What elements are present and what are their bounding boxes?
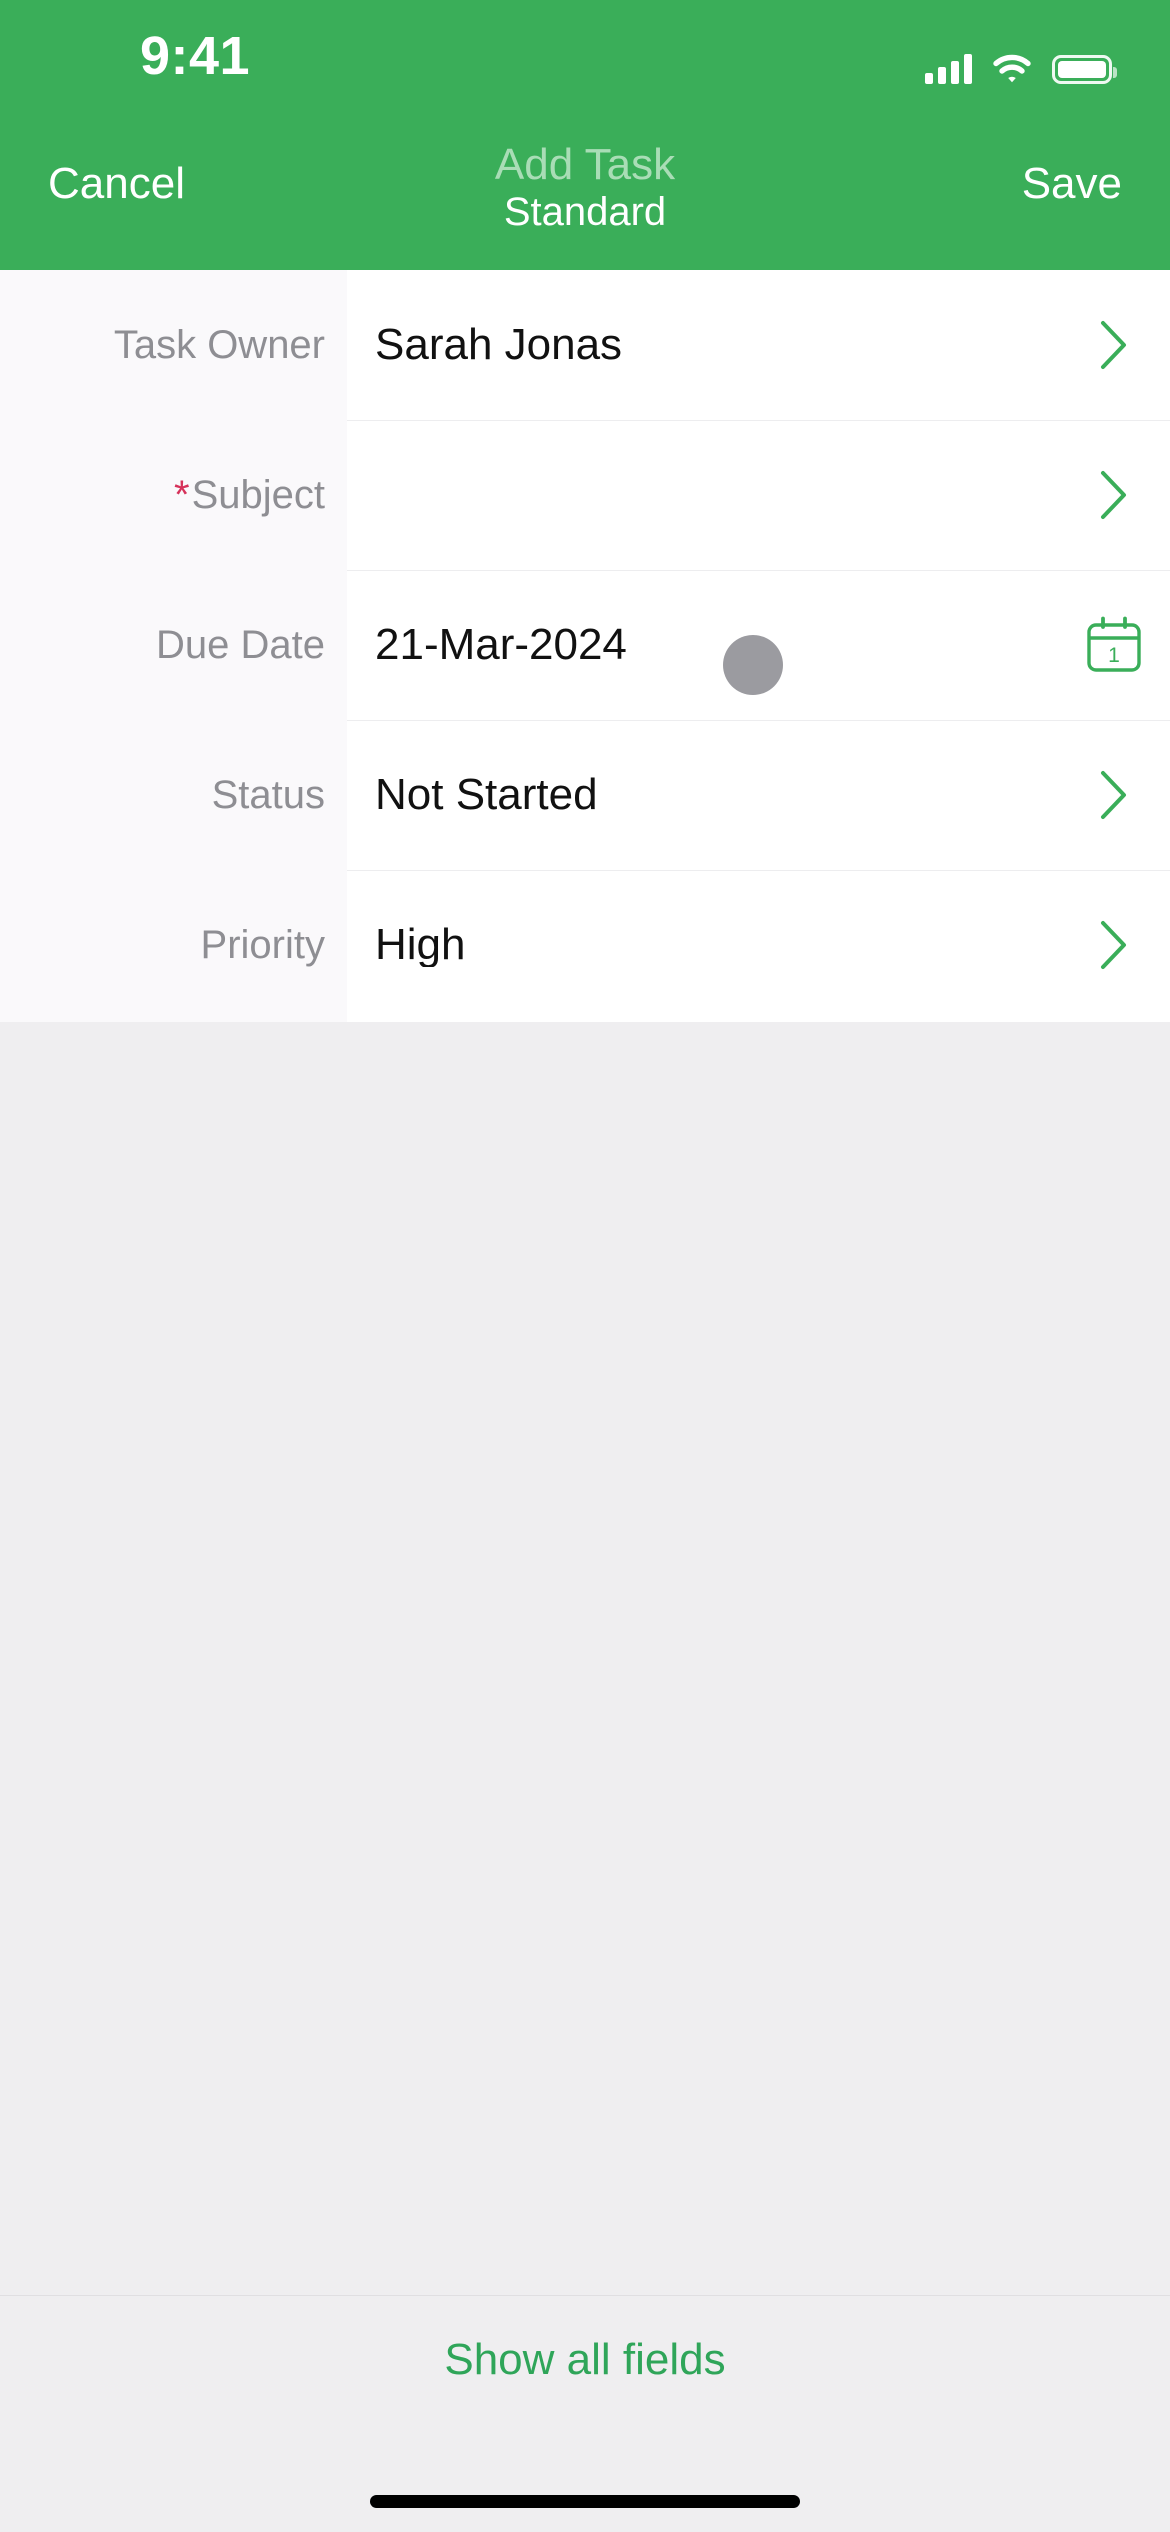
chevron-right-icon [1101, 471, 1126, 519]
task-form: Task Owner Sarah Jonas *Subject Due Date… [0, 270, 1170, 1022]
form-row-due-date[interactable]: Due Date 21-Mar-2024 1 [0, 570, 1170, 720]
form-accessory-task-owner[interactable] [1058, 319, 1170, 371]
touch-point-indicator [723, 635, 783, 695]
required-asterisk-icon: * [174, 473, 190, 517]
form-label-text: Task Owner [113, 323, 325, 367]
form-row-priority[interactable]: Priority High [0, 870, 1170, 1020]
page-subtitle: Standard [503, 190, 667, 235]
battery-full-icon [1052, 55, 1117, 84]
form-accessory-due-date[interactable]: 1 [1058, 616, 1170, 674]
app-screen: 9:41 Cancel Add Task Standard Save Task … [0, 0, 1170, 2532]
chevron-right-icon [1101, 771, 1126, 819]
form-row-status[interactable]: Status Not Started [0, 720, 1170, 870]
svg-text:1: 1 [1108, 644, 1120, 667]
form-accessory-status[interactable] [1058, 769, 1170, 821]
navbar-title-block: Add Task Standard [0, 140, 1170, 236]
cellular-signal-icon [925, 54, 972, 84]
show-all-fields-button[interactable]: Show all fields [0, 2338, 1170, 2382]
form-label-task-owner: Task Owner [0, 325, 347, 365]
status-bar-time: 9:41 [140, 26, 251, 86]
footer-bar: Show all fields [0, 2295, 1170, 2435]
status-bar: 9:41 [0, 0, 1170, 100]
form-value-due-date[interactable]: 21-Mar-2024 [347, 623, 1058, 667]
form-value-status[interactable]: Not Started [347, 773, 1058, 817]
form-label-text: Priority [200, 923, 325, 967]
empty-content-area [0, 1022, 1170, 2295]
home-indicator-bar[interactable] [370, 2495, 800, 2508]
chevron-right-icon [1101, 921, 1126, 969]
form-label-text: Status [211, 773, 325, 817]
form-row-task-owner[interactable]: Task Owner Sarah Jonas [0, 270, 1170, 420]
home-indicator-area [0, 2435, 1170, 2532]
form-label-status: Status [0, 775, 347, 815]
wifi-icon [992, 54, 1032, 84]
save-button[interactable]: Save [1022, 162, 1122, 206]
form-label-subject: *Subject [0, 475, 347, 515]
form-accessory-priority[interactable] [1058, 919, 1170, 971]
form-value-priority[interactable]: High [347, 923, 1058, 967]
form-rows: Task Owner Sarah Jonas *Subject Due Date… [0, 270, 1170, 1020]
form-value-task-owner[interactable]: Sarah Jonas [347, 323, 1058, 367]
calendar-icon: 1 [1087, 616, 1141, 672]
form-label-due-date: Due Date [0, 625, 347, 665]
green-header: 9:41 Cancel Add Task Standard Save [0, 0, 1170, 270]
form-label-priority: Priority [0, 925, 347, 965]
form-label-text: Subject [191, 473, 325, 517]
chevron-right-icon [1101, 321, 1126, 369]
page-title: Add Task [494, 140, 676, 189]
navigation-bar: Cancel Add Task Standard Save [0, 100, 1170, 270]
form-label-text: Due Date [156, 623, 325, 667]
form-row-subject[interactable]: *Subject [0, 420, 1170, 570]
form-accessory-subject[interactable] [1058, 469, 1170, 521]
status-bar-indicators [925, 44, 1117, 84]
